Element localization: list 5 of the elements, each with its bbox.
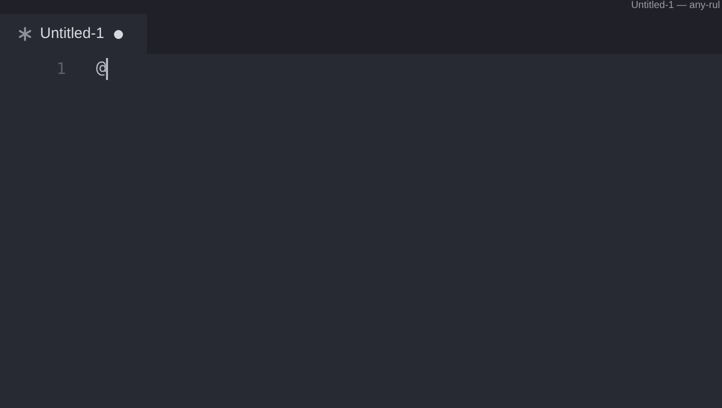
window-title: Untitled-1 — any-rul	[631, 0, 720, 13]
tab-label: Untitled-1	[40, 24, 104, 44]
editor-tab[interactable]: Untitled-1	[0, 14, 147, 54]
asterisk-icon	[18, 27, 32, 41]
code-text: @	[96, 57, 106, 80]
